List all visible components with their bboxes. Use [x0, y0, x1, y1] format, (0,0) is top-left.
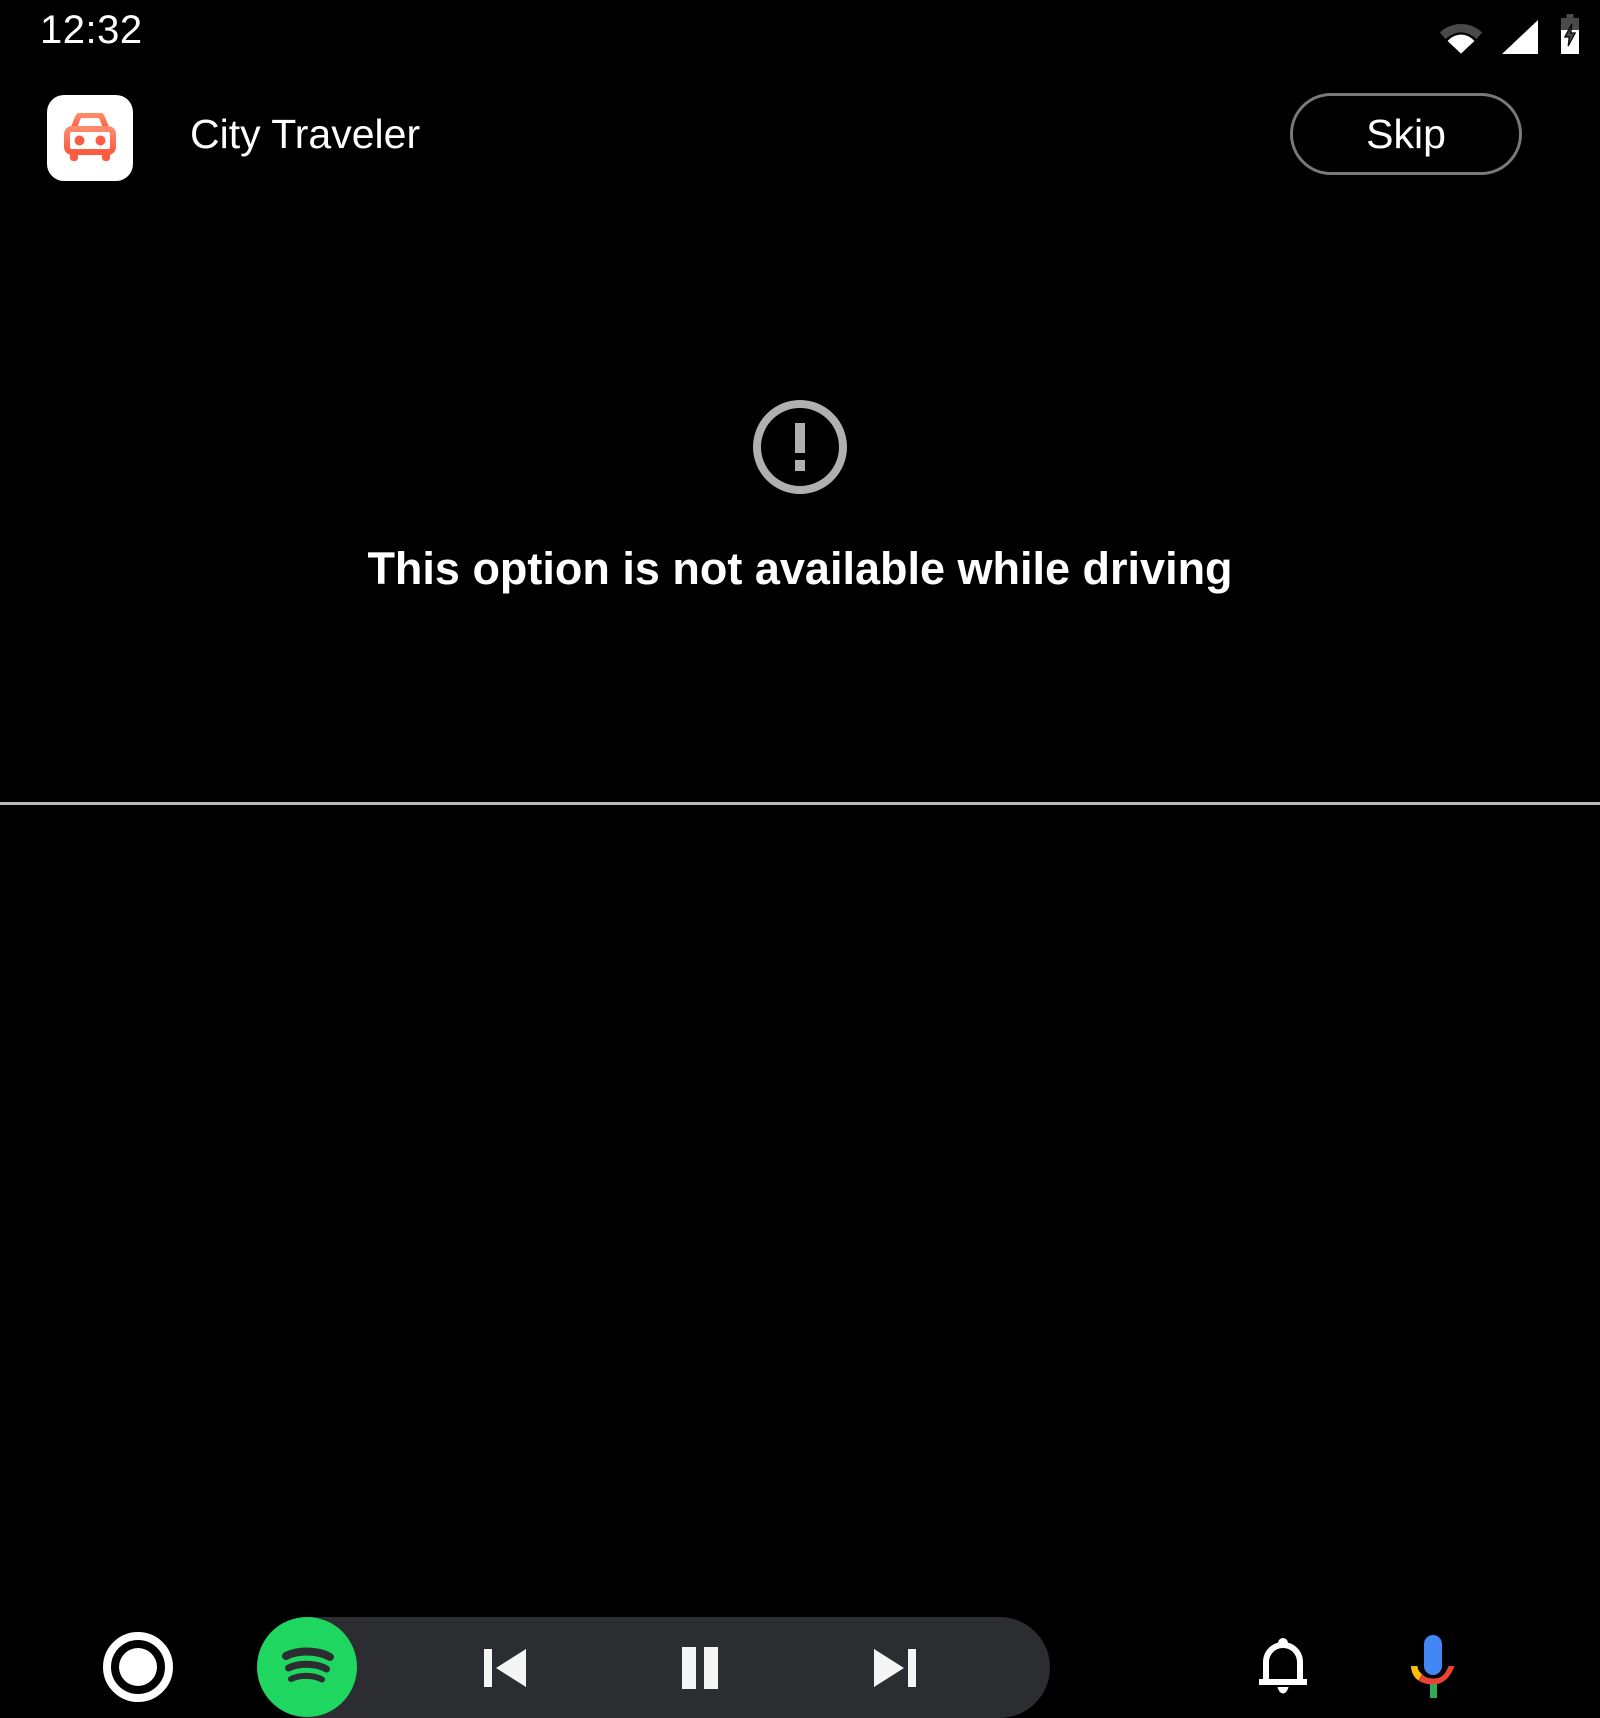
app-header: City Traveler Skip	[0, 84, 1600, 184]
error-message: This option is not available while drivi…	[367, 543, 1233, 594]
app-title: City Traveler	[190, 111, 421, 157]
google-assistant-mic-icon	[1411, 1635, 1455, 1698]
skip-next-icon	[874, 1649, 916, 1687]
status-icon-group	[1440, 12, 1582, 54]
wifi-icon	[1440, 24, 1482, 54]
media-controls-pill	[258, 1617, 1050, 1718]
car-app-icon	[47, 95, 133, 181]
android-auto-screen: 12:32 City Traveler Skip This option is …	[0, 0, 1600, 1718]
home-button[interactable]	[103, 1632, 173, 1702]
pause-button[interactable]	[665, 1635, 735, 1701]
google-assistant-button[interactable]	[1396, 1630, 1470, 1704]
pause-icon	[682, 1647, 718, 1689]
battery-charging-icon	[1561, 14, 1579, 54]
car-front-glyph	[64, 113, 116, 161]
bottom-nav-bar	[0, 805, 1600, 1718]
spotify-glyph	[282, 1647, 334, 1683]
skip-next-button[interactable]	[860, 1635, 930, 1701]
spotify-app-icon[interactable]	[257, 1617, 357, 1717]
skip-button[interactable]: Skip	[1290, 93, 1522, 175]
status-bar: 12:32	[0, 0, 1600, 62]
bell-icon	[1259, 1638, 1307, 1694]
skip-previous-button[interactable]	[470, 1635, 540, 1701]
main-content: This option is not available while drivi…	[0, 190, 1600, 802]
skip-previous-icon	[484, 1649, 526, 1687]
status-clock: 12:32	[40, 8, 143, 52]
error-exclamation-circle-icon	[753, 400, 847, 494]
notifications-button[interactable]	[1246, 1630, 1320, 1704]
cell-signal-icon	[1502, 20, 1538, 54]
